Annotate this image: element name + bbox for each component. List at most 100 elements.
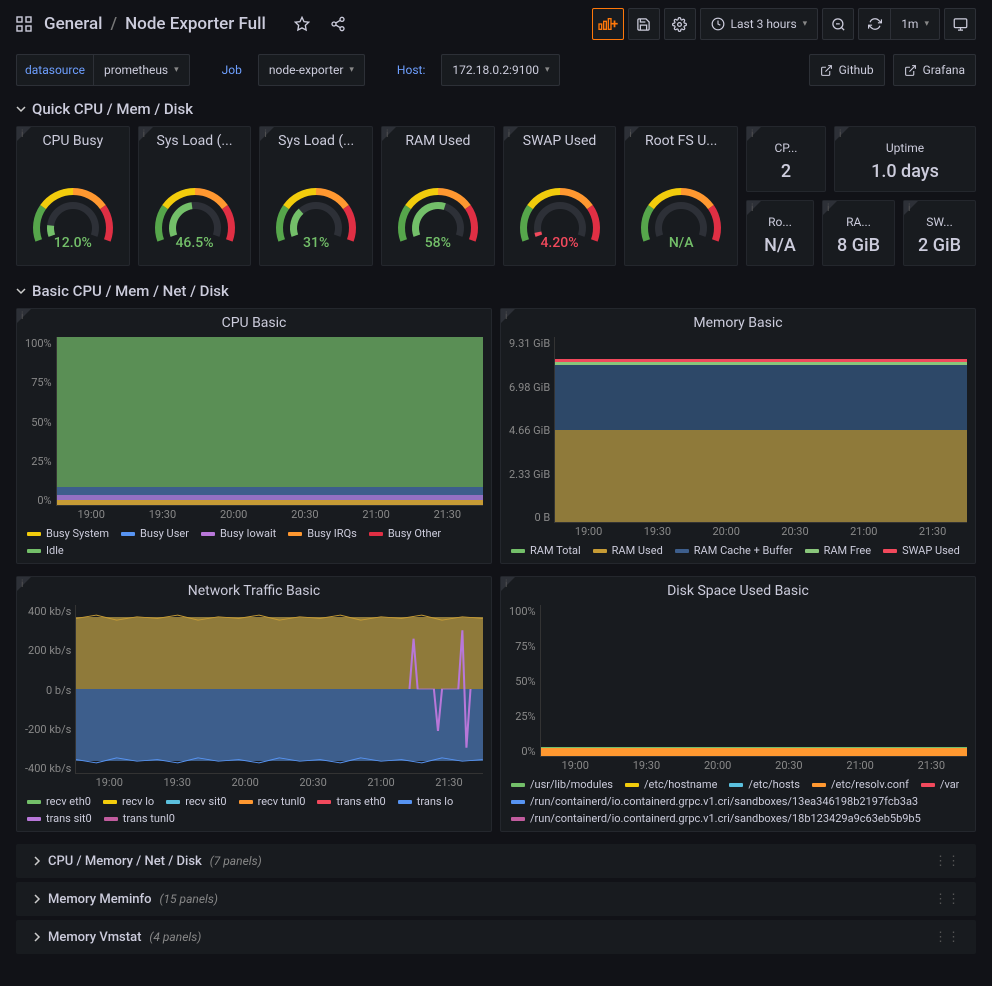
gauge-value: 31% <box>303 235 329 251</box>
row-quick-header[interactable]: Quick CPU / Mem / Disk <box>0 92 992 122</box>
gauge-title: Root FS U... <box>625 127 737 151</box>
star-icon[interactable] <box>286 8 318 40</box>
info-icon[interactable]: i <box>21 129 23 140</box>
legend-item[interactable]: /usr/lib/modules <box>511 778 613 791</box>
breadcrumb: General / Node Exporter Full <box>44 14 266 34</box>
info-icon[interactable]: i <box>908 203 910 214</box>
drag-handle-icon[interactable]: ⋮⋮ <box>934 930 960 945</box>
gauge-panel[interactable]: i SWAP Used 4.20% <box>503 126 617 266</box>
info-icon[interactable]: i <box>21 579 23 590</box>
legend-item[interactable]: recv tunl0 <box>239 795 306 808</box>
legend-item[interactable]: /run/containerd/io.containerd.grpc.v1.cr… <box>511 812 921 825</box>
stat-rootfs[interactable]: iRo...N/A <box>746 200 814 266</box>
info-icon[interactable]: i <box>751 203 753 214</box>
gauge-panel[interactable]: i RAM Used 58% <box>381 126 495 266</box>
row-memory-meminfo[interactable]: Memory Meminfo (15 panels) ⋮⋮ <box>16 882 976 916</box>
settings-button[interactable] <box>664 8 696 40</box>
legend-item[interactable]: RAM Free <box>805 544 872 557</box>
info-icon[interactable]: i <box>827 203 829 214</box>
panel-network-basic[interactable]: i Network Traffic Basic 400 kb/s200 kb/s… <box>16 576 492 832</box>
gauge-title: Sys Load (... <box>260 127 372 151</box>
var-host-select[interactable]: 172.18.0.2:9100▾ <box>441 54 560 86</box>
gauge-title: CPU Busy <box>17 127 129 151</box>
zoom-out-button[interactable] <box>822 8 854 40</box>
legend-item[interactable]: Idle <box>27 544 64 557</box>
drag-handle-icon[interactable]: ⋮⋮ <box>934 854 960 869</box>
time-range-label: Last 3 hours <box>731 17 797 31</box>
panel-disk-space-basic[interactable]: i Disk Space Used Basic 100%75%50%25%0% … <box>500 576 976 832</box>
legend-item[interactable]: trans tunl0 <box>104 812 175 825</box>
link-grafana[interactable]: Grafana <box>893 54 976 86</box>
dashboard-grid-icon[interactable] <box>16 16 32 32</box>
legend-item[interactable]: SWAP Used <box>883 544 960 557</box>
legend-item[interactable]: recv eth0 <box>27 795 91 808</box>
info-icon[interactable]: i <box>629 129 631 140</box>
stat-cpu-cores[interactable]: iCP...2 <box>746 126 826 192</box>
gauge-value: 4.20% <box>540 235 578 251</box>
drag-handle-icon[interactable]: ⋮⋮ <box>934 892 960 907</box>
var-datasource-select[interactable]: prometheus▾ <box>93 54 190 86</box>
legend-item[interactable]: Busy Other <box>369 527 441 540</box>
row-cpu-mem-net-disk[interactable]: CPU / Memory / Net / Disk (7 panels) ⋮⋮ <box>16 844 976 878</box>
gauge-panel[interactable]: i Sys Load (... 31% <box>259 126 373 266</box>
breadcrumb-separator: / <box>110 14 117 34</box>
gauge-value: 58% <box>425 235 451 251</box>
legend-item[interactable]: Busy User <box>121 527 189 540</box>
info-icon[interactable]: i <box>143 129 145 140</box>
row-basic-header[interactable]: Basic CPU / Mem / Net / Disk <box>0 274 992 304</box>
legend-item[interactable]: Busy System <box>27 527 109 540</box>
info-icon[interactable]: i <box>264 129 266 140</box>
refresh-interval-picker[interactable]: 1m ▾ <box>890 8 940 40</box>
var-job-select[interactable]: node-exporter▾ <box>258 54 365 86</box>
time-range-picker[interactable]: Last 3 hours ▾ <box>700 8 819 40</box>
legend-item[interactable]: trans sit0 <box>27 812 92 825</box>
gauge-panel[interactable]: i Sys Load (... 46.5% <box>138 126 252 266</box>
panel-memory-basic[interactable]: i Memory Basic 9.31 GiB6.98 GiB4.66 GiB2… <box>500 308 976 564</box>
legend-item[interactable]: trans lo <box>398 795 454 808</box>
kiosk-mode-button[interactable] <box>944 8 976 40</box>
chevron-down-icon: ▾ <box>803 19 808 29</box>
stat-ram[interactable]: iRA...8 GiB <box>822 200 895 266</box>
var-job-label: Job <box>214 63 250 77</box>
legend-item[interactable]: recv lo <box>103 795 154 808</box>
legend-item[interactable]: Busy IRQs <box>288 527 357 540</box>
save-button[interactable] <box>628 8 660 40</box>
chevron-right-icon <box>32 856 42 866</box>
var-datasource-label: datasource <box>16 54 93 86</box>
breadcrumb-title[interactable]: Node Exporter Full <box>125 14 266 34</box>
info-icon[interactable]: i <box>21 311 23 322</box>
chevron-right-icon <box>32 932 42 942</box>
add-panel-button[interactable]: + <box>592 8 624 40</box>
gauge-panel[interactable]: i Root FS U... N/A <box>624 126 738 266</box>
legend-item[interactable]: /run/containerd/io.containerd.grpc.v1.cr… <box>511 795 918 808</box>
share-icon[interactable] <box>322 8 354 40</box>
info-icon[interactable]: i <box>751 129 753 140</box>
legend-item[interactable]: /etc/hosts <box>729 778 800 791</box>
legend-item[interactable]: Busy Iowait <box>201 527 276 540</box>
legend-item[interactable]: /var <box>921 778 960 791</box>
info-icon[interactable]: i <box>839 129 841 140</box>
stat-swap[interactable]: iSW...2 GiB <box>903 200 976 266</box>
info-icon[interactable]: i <box>505 579 507 590</box>
gauge-panel[interactable]: i CPU Busy 12.0% <box>16 126 130 266</box>
legend-item[interactable]: RAM Total <box>511 544 581 557</box>
info-icon[interactable]: i <box>505 311 507 322</box>
legend-item[interactable]: recv sit0 <box>166 795 226 808</box>
gauge-value: 12.0% <box>54 235 92 251</box>
legend-item[interactable]: /etc/resolv.conf <box>812 778 909 791</box>
quick-panel-row: i CPU Busy 12.0% i Sys Load (... 46.5% i… <box>0 122 992 274</box>
legend-item[interactable]: trans eth0 <box>317 795 385 808</box>
row-memory-vmstat[interactable]: Memory Vmstat (4 panels) ⋮⋮ <box>16 920 976 954</box>
legend-item[interactable]: /etc/hostname <box>625 778 717 791</box>
legend-item[interactable]: RAM Cache + Buffer <box>675 544 793 557</box>
breadcrumb-parent[interactable]: General <box>44 14 102 34</box>
refresh-group: 1m ▾ <box>858 8 940 40</box>
stat-uptime[interactable]: iUptime1.0 days <box>834 126 976 192</box>
link-github[interactable]: Github <box>809 54 885 86</box>
panel-cpu-basic[interactable]: i CPU Basic 100%75%50%25%0% 19:0019:3020… <box>16 308 492 564</box>
refresh-button[interactable] <box>858 8 890 40</box>
legend-item[interactable]: RAM Used <box>593 544 663 557</box>
info-icon[interactable]: i <box>508 129 510 140</box>
info-icon[interactable]: i <box>386 129 388 140</box>
chevron-down-icon: ▾ <box>924 19 929 29</box>
